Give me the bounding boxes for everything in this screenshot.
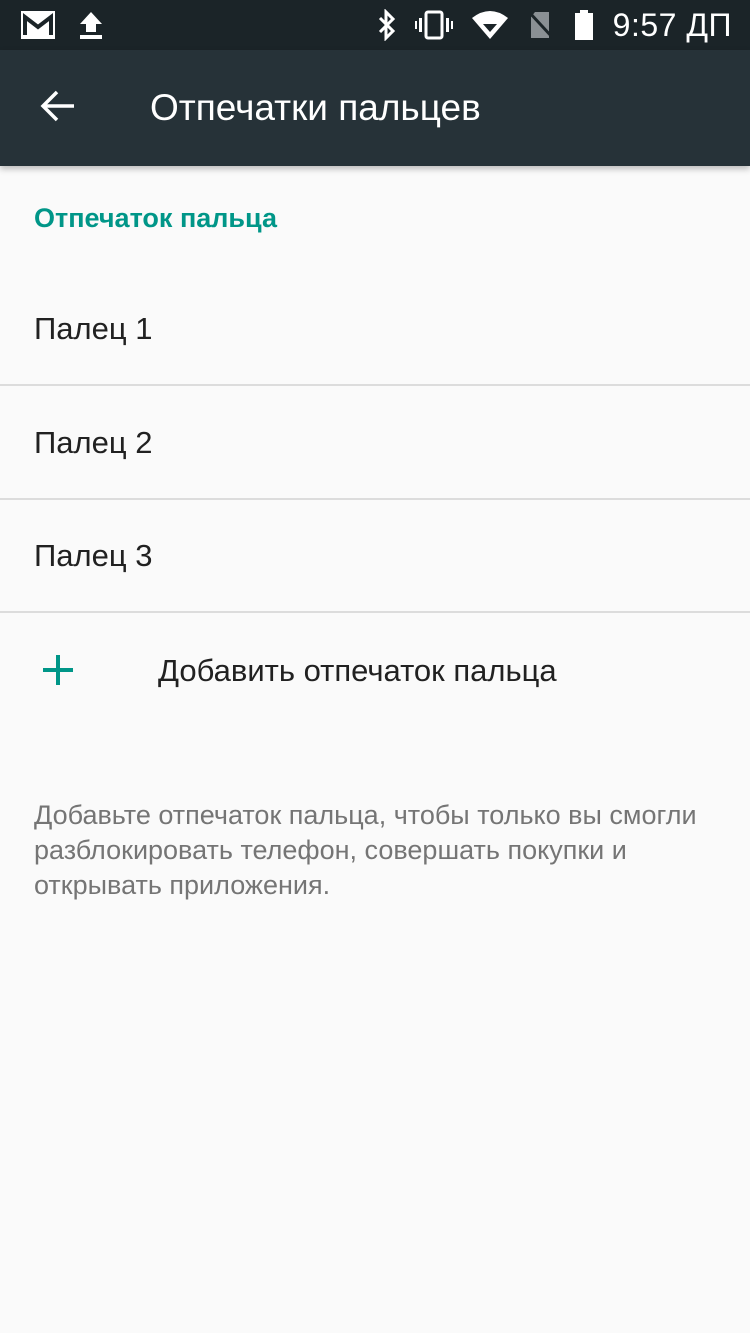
vibrate-icon [414,10,453,40]
add-fingerprint-label: Добавить отпечаток пальца [158,652,557,688]
add-fingerprint-button[interactable]: Добавить отпечаток пальца [0,614,750,727]
status-time: 9:57 ДП [612,6,732,43]
finger-label: Палец 2 [34,424,153,460]
list-item-finger-1[interactable]: Палец 1 [0,273,750,386]
wifi-icon [471,10,509,40]
arrow-back-icon [40,88,76,129]
list-item-finger-3[interactable]: Палец 3 [0,500,750,613]
gmail-icon [20,10,56,40]
status-bar: 9:57 ДП [0,0,750,50]
back-button[interactable] [28,78,88,138]
page-title: Отпечатки пальцев [150,87,481,128]
finger-label: Палец 1 [34,310,153,346]
plus-icon [40,652,76,688]
bluetooth-icon [377,9,397,41]
description-text: Добавьте отпечаток пальца, чтобы только … [34,800,697,900]
app-bar: Отпечатки пальцев [0,50,750,166]
battery-icon [573,9,595,41]
list-item-finger-2[interactable]: Палец 2 [0,387,750,500]
section-header: Отпечаток пальца [34,203,277,233]
upload-icon [78,10,104,40]
no-sim-icon [527,9,555,41]
finger-label: Палец 3 [34,537,153,573]
